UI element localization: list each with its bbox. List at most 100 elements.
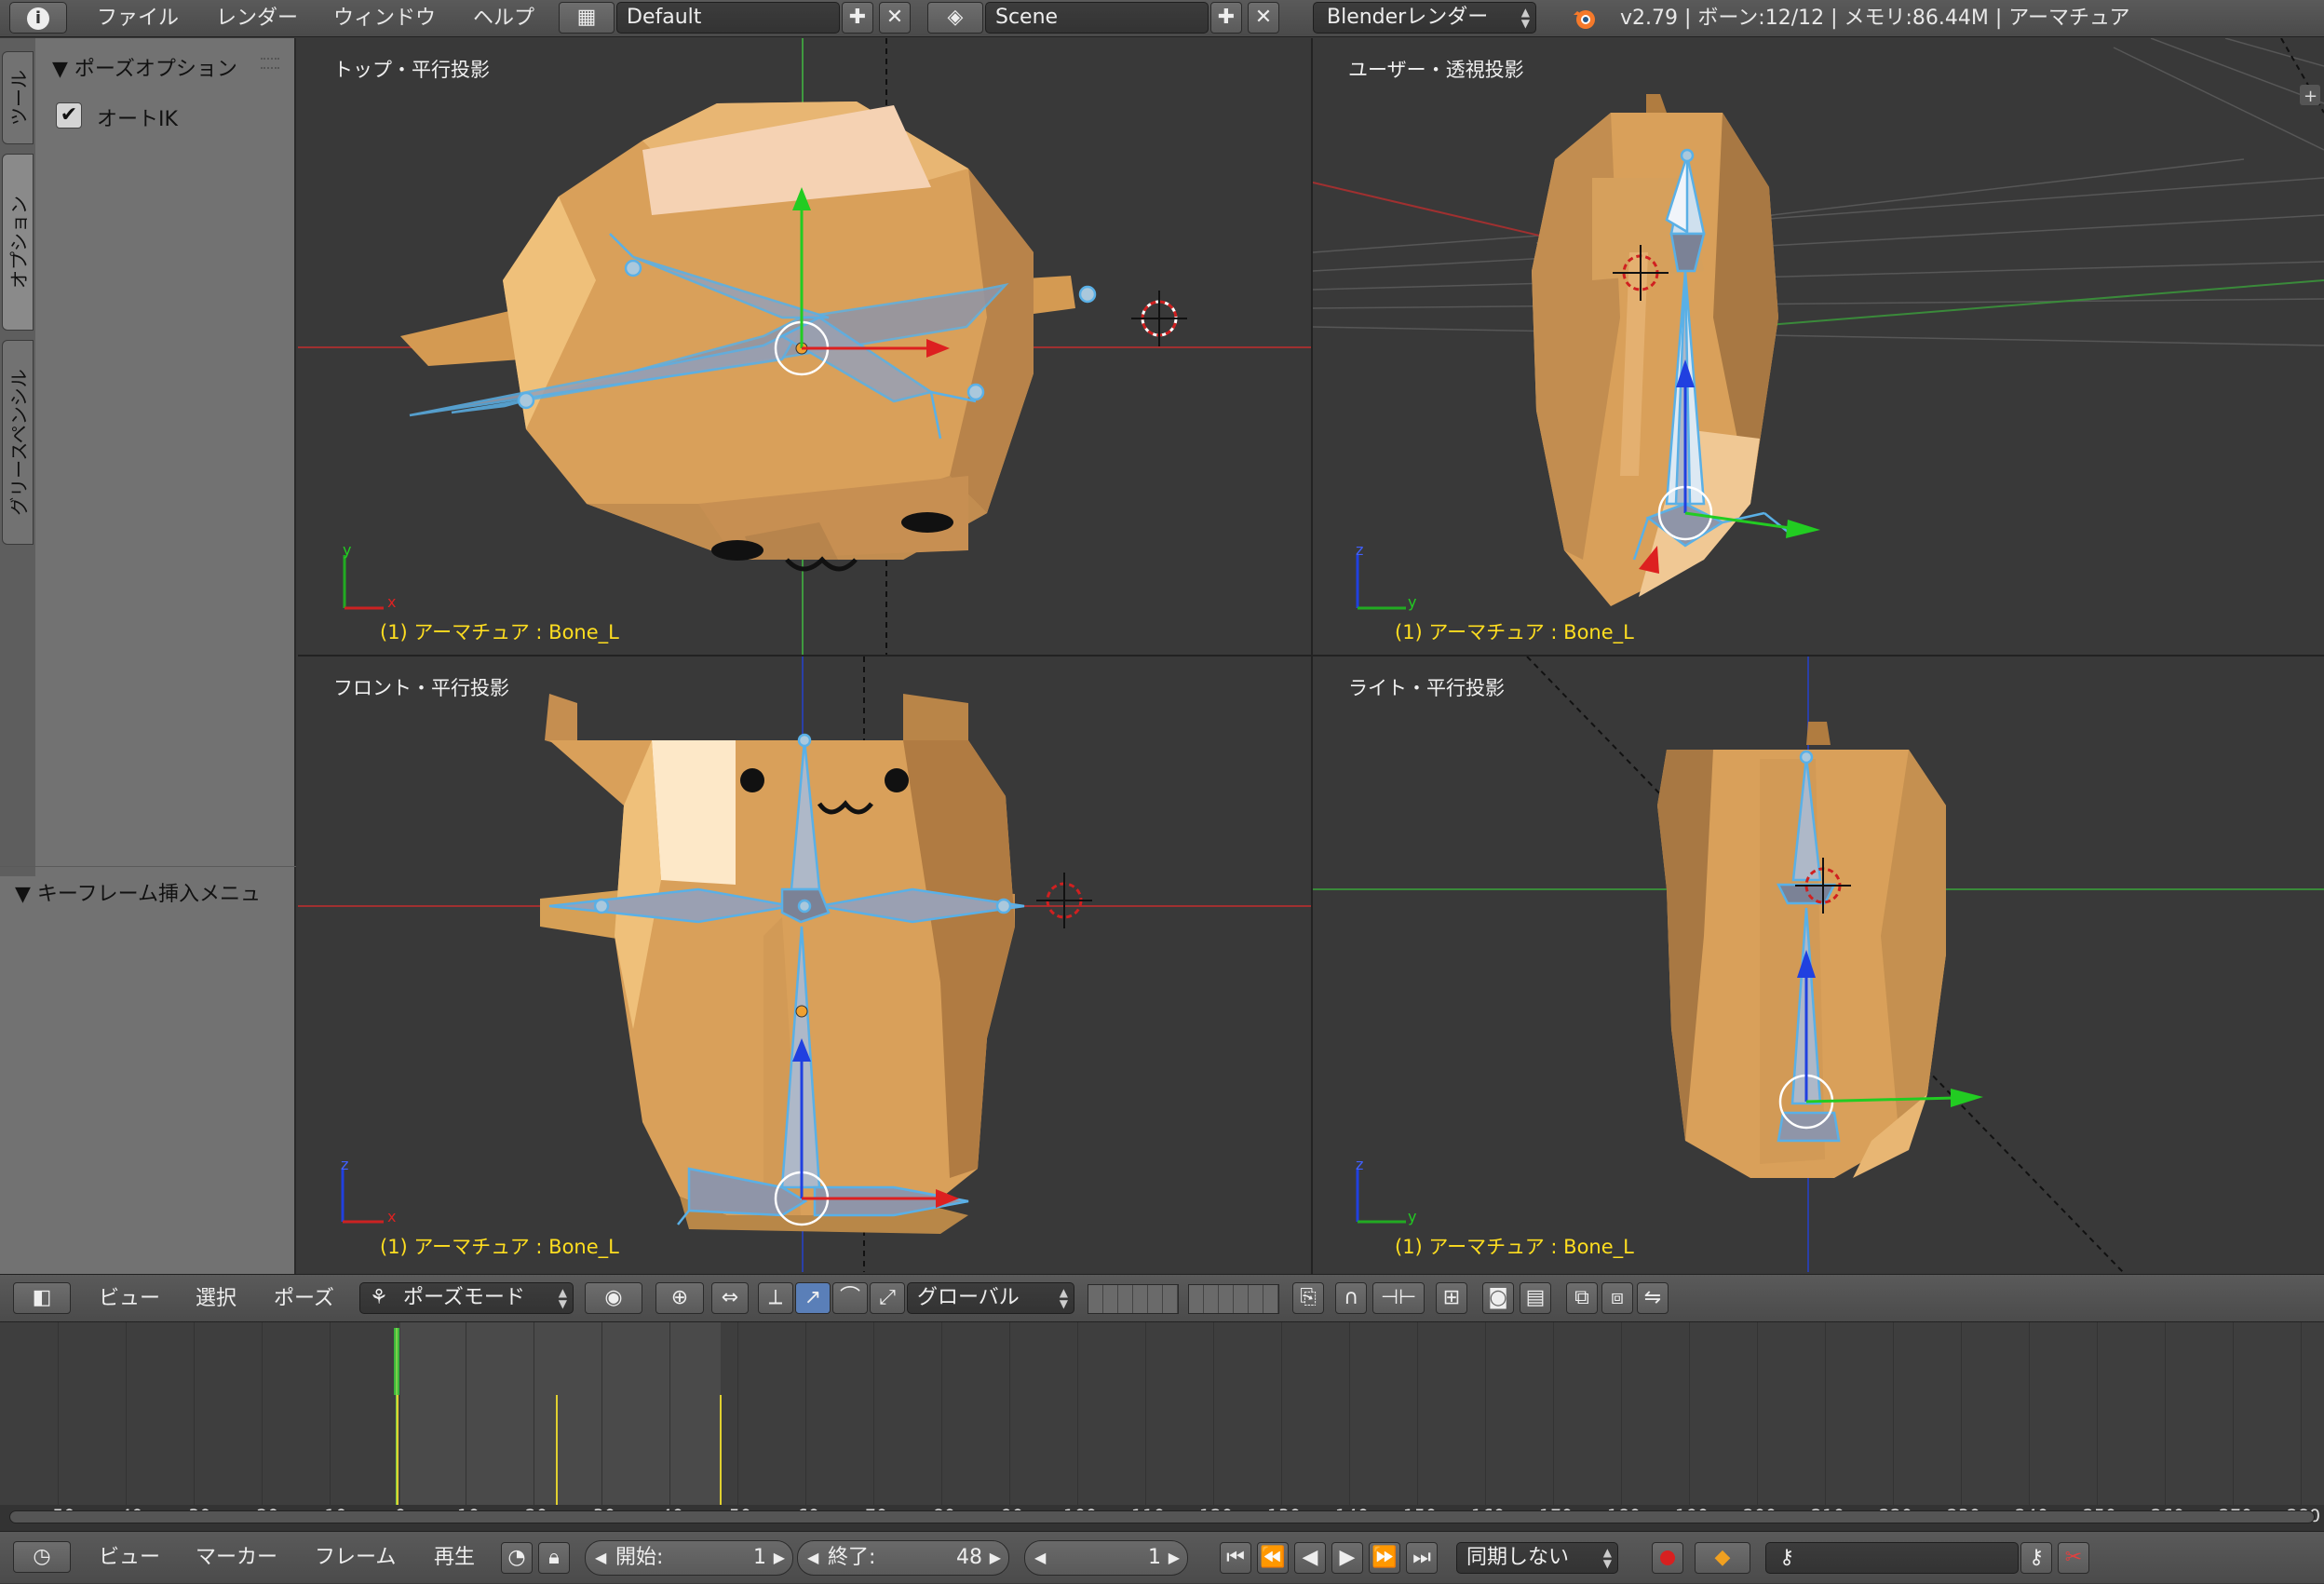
editor-type-button[interactable]: ◧ bbox=[13, 1282, 71, 1314]
viewport-divider[interactable] bbox=[298, 655, 2324, 657]
tab-options[interactable]: オプション bbox=[2, 154, 34, 331]
play-reverse-button[interactable]: ◀ bbox=[1294, 1542, 1326, 1574]
render-engine-select[interactable]: Blenderレンダー ▲ ▼ bbox=[1313, 2, 1536, 34]
layout-name-field[interactable]: Default bbox=[616, 2, 840, 34]
menu-render[interactable]: レンダー bbox=[216, 0, 298, 37]
cube-icon: ◧ bbox=[32, 1286, 52, 1309]
play-button[interactable]: ▶ bbox=[1331, 1542, 1363, 1574]
render-animation-button[interactable]: ▤ bbox=[1520, 1282, 1551, 1314]
sync-mode-select[interactable]: 同期しない ▲ ▼ bbox=[1456, 1542, 1618, 1574]
jump-end-button[interactable]: ⏭ bbox=[1406, 1542, 1438, 1574]
layer-buttons[interactable] bbox=[1188, 1284, 1279, 1314]
pose-copy-button[interactable]: ⎘ bbox=[1292, 1282, 1324, 1314]
drag-handle-icon[interactable] bbox=[261, 58, 279, 69]
render-button[interactable]: ◙ bbox=[1482, 1282, 1514, 1314]
viewport-front-canvas[interactable] bbox=[298, 657, 1311, 1272]
rotate-manipulator-button[interactable]: ⌒ bbox=[832, 1282, 868, 1314]
perspective-grid bbox=[1313, 38, 2324, 346]
scale-manipulator-button[interactable]: ⤢ bbox=[870, 1282, 905, 1314]
keyframe-line[interactable] bbox=[720, 1395, 722, 1505]
menu-view[interactable]: ビュー bbox=[99, 1275, 160, 1323]
axis-label-y: y bbox=[343, 541, 352, 559]
translate-manipulator-button[interactable]: ↗ bbox=[795, 1282, 831, 1314]
3d-cursor-icon[interactable] bbox=[1131, 291, 1187, 346]
manipulator-toggle[interactable]: ⇔ bbox=[711, 1282, 749, 1314]
pose-options-panel-header[interactable]: ▼ ポーズオプション bbox=[52, 52, 237, 82]
remove-layout-button[interactable]: ✕ bbox=[879, 2, 911, 34]
menu-playback[interactable]: 再生 bbox=[434, 1532, 475, 1584]
keyframe-line[interactable] bbox=[556, 1395, 558, 1505]
jump-start-button[interactable]: ⏮ bbox=[1220, 1542, 1251, 1574]
snap-toggle[interactable]: ∩ bbox=[1335, 1282, 1367, 1314]
tab-grease-pencil[interactable]: グリースペンシル bbox=[2, 340, 34, 545]
viewport-top-canvas[interactable] bbox=[298, 38, 1311, 655]
copy-pose-button[interactable]: ⧉ bbox=[1566, 1282, 1598, 1314]
jump-keyframe-forward-button[interactable]: ⏩ bbox=[1369, 1542, 1400, 1574]
current-frame-field[interactable]: ◀ 1 ▶ bbox=[1024, 1540, 1188, 1576]
viewport-right[interactable]: ライト・平行投影 z y (1) アーマチュア : Bone_L bbox=[1313, 657, 2324, 1272]
remove-scene-button[interactable]: ✕ bbox=[1248, 2, 1279, 34]
auto-ik-checkbox[interactable]: ✔ bbox=[56, 102, 82, 129]
menu-help[interactable]: ヘルプ bbox=[473, 0, 534, 37]
jump-keyframe-back-button[interactable]: ⏪ bbox=[1257, 1542, 1289, 1574]
end-frame-field[interactable]: ◀ 終了: 48 ▶ bbox=[797, 1540, 1009, 1576]
model-mesh bbox=[400, 102, 1075, 560]
tab-tools[interactable]: ツール bbox=[2, 51, 34, 144]
manipulator-axes-button[interactable]: ⟂ bbox=[758, 1282, 793, 1314]
snap-element-select[interactable]: ⊣⊢ bbox=[1372, 1282, 1425, 1314]
auto-ik-label: オートIK bbox=[97, 108, 178, 131]
paste-pose-button[interactable]: ⧈ bbox=[1601, 1282, 1633, 1314]
viewport-user-perspective[interactable]: + ユーザー・透視投影 z y (1) アーマチュア : Bone_L bbox=[1313, 38, 2324, 655]
key-icon: ⚷ bbox=[1779, 1546, 1795, 1569]
grid-line bbox=[1077, 1322, 1078, 1505]
keying-mode-select[interactable]: ◆ bbox=[1695, 1542, 1750, 1574]
scene-name-field[interactable]: Scene bbox=[985, 2, 1209, 34]
viewport-user-canvas[interactable]: + bbox=[1313, 38, 2324, 655]
layout-browse-button[interactable]: ▦ bbox=[559, 2, 615, 34]
menu-window[interactable]: ウィンドウ bbox=[333, 0, 436, 37]
menu-select[interactable]: 選択 bbox=[196, 1275, 236, 1323]
3d-cursor-icon[interactable] bbox=[1036, 873, 1092, 928]
snap-target-button[interactable]: ⊞ bbox=[1436, 1282, 1467, 1314]
checkmark-icon: ✔ bbox=[60, 103, 78, 127]
view-add-icon[interactable]: + bbox=[2300, 85, 2320, 106]
lock-range-toggle[interactable]: 🔒︎ bbox=[538, 1542, 570, 1574]
play-reverse-icon: ◀ bbox=[1302, 1546, 1318, 1569]
pivot-point-button[interactable]: ⊕ bbox=[655, 1282, 704, 1314]
auto-keyframe-toggle[interactable] bbox=[1652, 1542, 1683, 1574]
keyframe-menu-panel-header[interactable]: ▼ キーフレーム挿入メニュ bbox=[15, 877, 261, 907]
insert-keyframe-button[interactable]: ⚷ bbox=[2020, 1542, 2052, 1574]
grid-line bbox=[2233, 1322, 2234, 1505]
add-layout-button[interactable]: ✚ bbox=[842, 2, 873, 34]
viewport-right-canvas[interactable] bbox=[1313, 657, 2324, 1272]
orientation-select[interactable]: グローバル ▲ ▼ bbox=[907, 1282, 1074, 1314]
scene-browse-button[interactable]: ◈ bbox=[927, 2, 983, 34]
editor-type-button[interactable]: ◷ bbox=[13, 1541, 71, 1573]
keyframe-line[interactable] bbox=[397, 1395, 399, 1505]
arrow-left-icon: ◀ bbox=[595, 1549, 607, 1566]
start-frame-field[interactable]: ◀ 開始: 1 ▶ bbox=[585, 1540, 793, 1576]
viewport-front[interactable]: フロント・平行投影 z x (1) アーマチュア : Bone_L bbox=[298, 657, 1311, 1272]
armature-icon: ⚘ bbox=[370, 1286, 388, 1309]
editor-type-button[interactable]: i bbox=[9, 2, 67, 34]
svg-text:+: + bbox=[2304, 87, 2317, 106]
delete-keyframe-button[interactable]: ✂ bbox=[2058, 1542, 2089, 1574]
layer-buttons[interactable] bbox=[1088, 1284, 1179, 1314]
preview-range-toggle[interactable]: ◔ bbox=[501, 1542, 533, 1574]
viewport-top[interactable]: トップ・平行投影 y x (1) アーマチュア : Bone_L bbox=[298, 38, 1311, 655]
mode-select[interactable]: ⚘ ポーズモード ▲ ▼ bbox=[359, 1282, 574, 1314]
start-label: 開始: bbox=[615, 1546, 664, 1569]
timeline-area[interactable]: -50-40-30-20-100102030405060708090100110… bbox=[0, 1322, 2324, 1531]
grid-line bbox=[330, 1322, 331, 1505]
menu-pose[interactable]: ポーズ bbox=[274, 1275, 334, 1323]
menu-frame[interactable]: フレーム bbox=[315, 1532, 396, 1584]
timeline-scrollbar[interactable] bbox=[9, 1510, 2315, 1523]
add-scene-button[interactable]: ✚ bbox=[1210, 2, 1242, 34]
keying-set-field[interactable]: ⚷ bbox=[1765, 1542, 2019, 1574]
updown-icon: ▲ ▼ bbox=[1602, 1546, 1612, 1570]
paste-flipped-button[interactable]: ⇋ bbox=[1637, 1282, 1669, 1314]
viewport-shading-button[interactable]: ◉ bbox=[585, 1282, 642, 1314]
menu-marker[interactable]: マーカー bbox=[196, 1532, 277, 1584]
menu-file[interactable]: ファイル bbox=[97, 0, 179, 37]
menu-view[interactable]: ビュー bbox=[99, 1532, 160, 1584]
